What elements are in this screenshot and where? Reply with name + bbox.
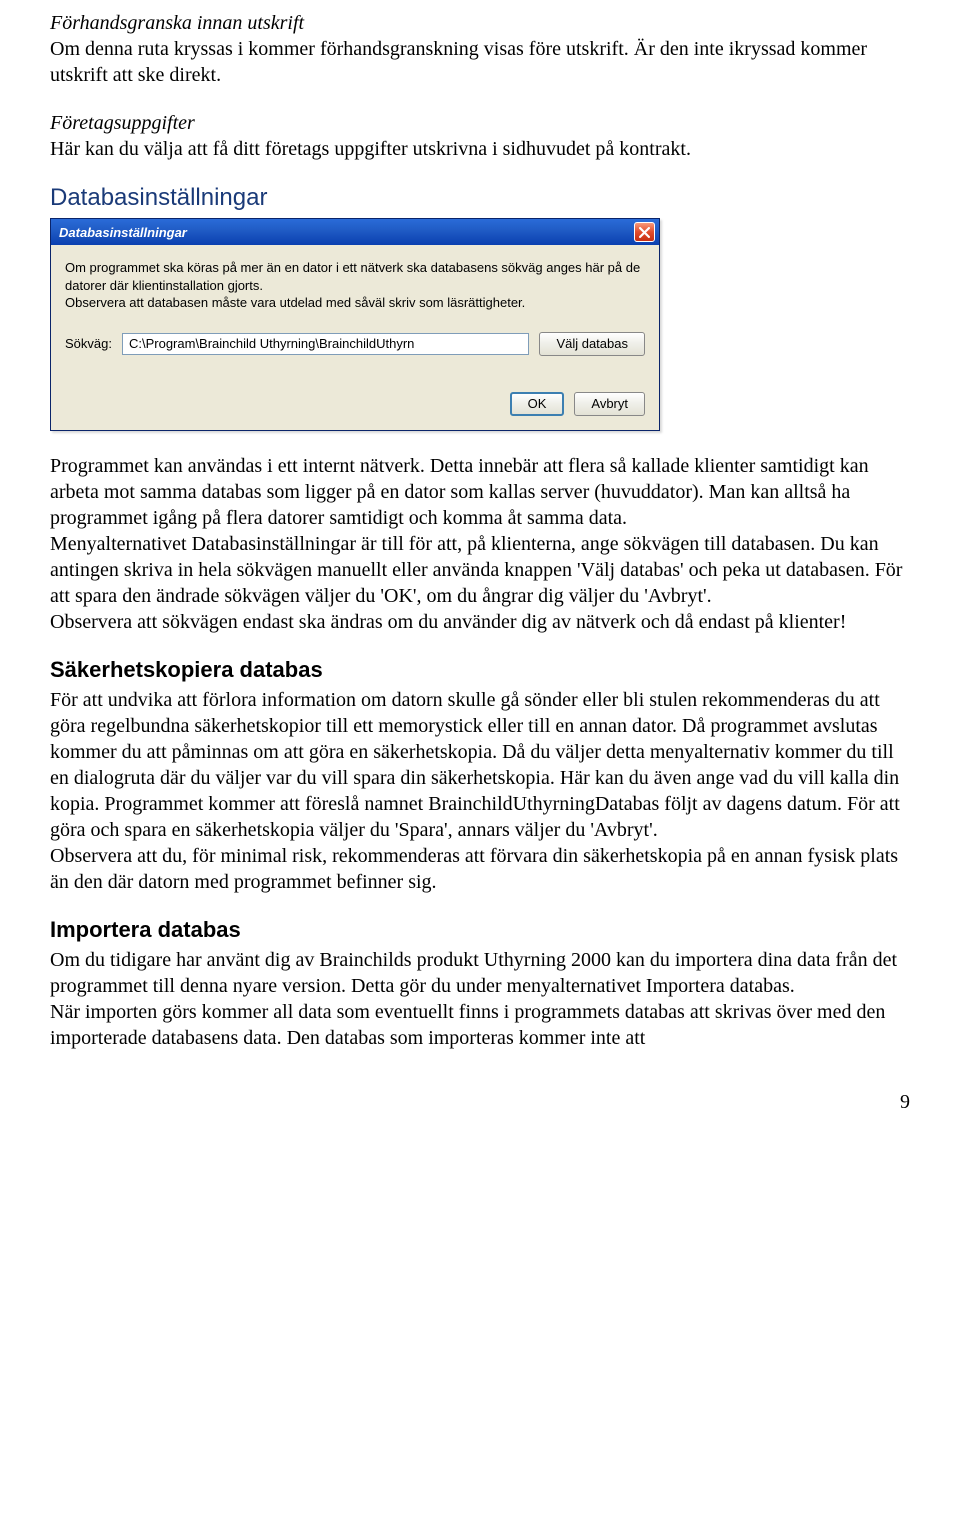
dialog-info-line1: Om programmet ska köras på mer än en dat… xyxy=(65,260,640,293)
body-text: Observera att du, för minimal risk, reko… xyxy=(50,843,910,895)
dialog-info-line2: Observera att databasen måste vara utdel… xyxy=(65,295,525,310)
heading-import: Importera databas xyxy=(50,917,910,943)
subheading-company: Företagsuppgifter xyxy=(50,110,910,136)
body-text: Menyalternativet Databasinställningar är… xyxy=(50,531,910,609)
database-settings-dialog: Databasinställningar Om programmet ska k… xyxy=(50,218,660,431)
body-text: För att undvika att förlora information … xyxy=(50,687,910,843)
ok-button[interactable]: OK xyxy=(510,392,565,416)
subheading-preview: Förhandsgranska innan utskrift xyxy=(50,10,910,36)
dialog-screenshot: Databasinställningar Om programmet ska k… xyxy=(50,218,910,431)
dialog-titlebar: Databasinställningar xyxy=(51,219,659,245)
document-page: Förhandsgranska innan utskrift Om denna … xyxy=(0,0,960,1144)
body-text: När importen görs kommer all data som ev… xyxy=(50,999,910,1051)
body-text: Observera att sökvägen endast ska ändras… xyxy=(50,609,910,635)
cancel-button[interactable]: Avbryt xyxy=(574,392,645,416)
close-icon xyxy=(639,227,650,238)
heading-database-settings: Databasinställningar xyxy=(50,184,910,212)
close-button[interactable] xyxy=(634,222,655,242)
dialog-title: Databasinställningar xyxy=(59,225,187,240)
body-text: Om denna ruta kryssas i kommer förhandsg… xyxy=(50,36,910,88)
body-text: Om du tidigare har använt dig av Brainch… xyxy=(50,947,910,999)
body-text: Programmet kan användas i ett internt nä… xyxy=(50,453,910,531)
dialog-button-row: OK Avbryt xyxy=(65,392,645,416)
body-text: Här kan du välja att få ditt företags up… xyxy=(50,136,910,162)
path-label: Sökväg: xyxy=(65,336,112,351)
dialog-info-text: Om programmet ska köras på mer än en dat… xyxy=(65,259,645,312)
path-input[interactable] xyxy=(122,333,529,355)
choose-database-button[interactable]: Välj databas xyxy=(539,332,645,356)
page-number: 9 xyxy=(50,1091,910,1114)
path-row: Sökväg: Välj databas xyxy=(65,332,645,356)
dialog-body: Om programmet ska köras på mer än en dat… xyxy=(51,245,659,430)
heading-backup: Säkerhetskopiera databas xyxy=(50,657,910,683)
